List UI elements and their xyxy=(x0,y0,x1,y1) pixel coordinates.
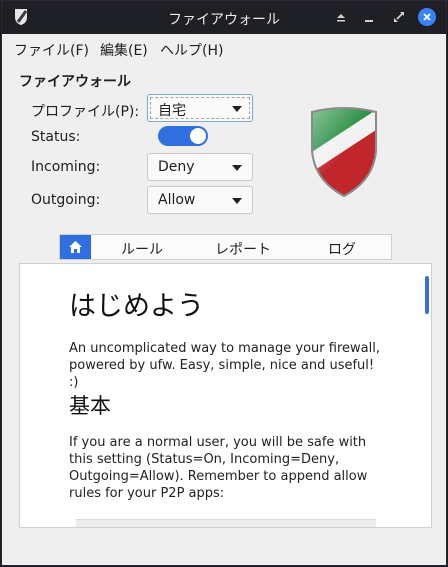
help-intro-text: An uncomplicated way to manage your fire… xyxy=(69,341,380,390)
example-box xyxy=(76,519,376,527)
help-heading: はじめよう xyxy=(69,291,204,322)
gufw-window: ファイアウォール ファイル(F) 編集(E) ヘルプ(H) ファイアウォール プ… xyxy=(1,0,447,566)
firewall-status-shield-icon xyxy=(311,107,377,198)
close-icon xyxy=(423,13,431,21)
dropdown-arrow-icon xyxy=(232,198,242,204)
content-scrollbar[interactable] xyxy=(425,276,429,314)
tab-rules[interactable]: ルール xyxy=(121,239,163,259)
firewall-section-title: ファイアウォール xyxy=(19,74,131,90)
help-basic-text: If you are a normal user, you will be sa… xyxy=(69,435,368,501)
status-toggle[interactable] xyxy=(158,126,208,146)
home-icon xyxy=(69,241,82,253)
menu-bar: ファイル(F) 編集(E) ヘルプ(H) xyxy=(2,34,446,62)
incoming-value: Deny xyxy=(158,159,195,175)
minimize-icon[interactable] xyxy=(362,10,376,24)
status-label: Status: xyxy=(31,129,81,145)
outgoing-value: Allow xyxy=(158,192,196,208)
window-title: ファイアウォール xyxy=(168,12,280,28)
menu-help[interactable]: ヘルプ(H) xyxy=(160,40,223,60)
menu-file[interactable]: ファイル(F) xyxy=(14,40,89,60)
tab-bar: ルール レポート ログ xyxy=(59,234,392,260)
close-button[interactable] xyxy=(418,8,436,26)
dropdown-arrow-icon xyxy=(232,106,242,112)
profile-select[interactable]: 自宅 xyxy=(147,94,253,122)
outgoing-select[interactable]: Allow xyxy=(147,186,253,214)
tab-log[interactable]: ログ xyxy=(328,239,356,259)
tab-report[interactable]: レポート xyxy=(215,239,271,259)
help-content-pane[interactable]: はじめよう An uncomplicated way to manage you… xyxy=(19,263,432,528)
incoming-select[interactable]: Deny xyxy=(147,153,253,181)
help-subheading: 基本 xyxy=(69,394,111,418)
profile-label: プロファイル(P): xyxy=(31,104,140,120)
incoming-label: Incoming: xyxy=(31,159,101,175)
tab-home[interactable] xyxy=(60,235,91,259)
maximize-icon[interactable] xyxy=(392,10,406,24)
outgoing-label: Outgoing: xyxy=(31,192,101,208)
toggle-knob xyxy=(190,128,206,144)
shade-icon[interactable] xyxy=(334,10,348,24)
dropdown-arrow-icon xyxy=(232,165,242,171)
menu-edit[interactable]: 編集(E) xyxy=(100,40,148,60)
title-bar[interactable]: ファイアウォール xyxy=(2,1,446,34)
profile-value: 自宅 xyxy=(158,103,186,119)
